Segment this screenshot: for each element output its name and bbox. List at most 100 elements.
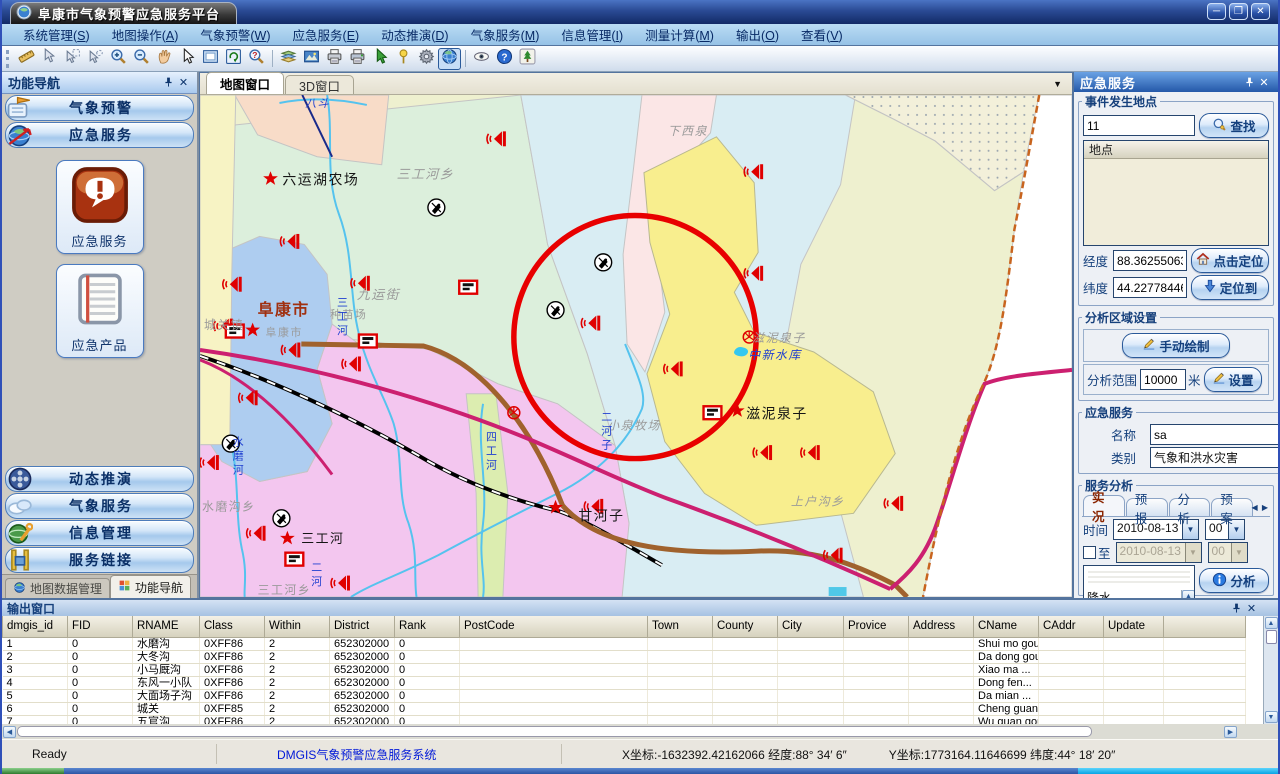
- column-header[interactable]: CName: [974, 616, 1039, 637]
- column-header[interactable]: Provice: [844, 616, 909, 637]
- table-row[interactable]: 20大冬沟0XFF8626523020000Da dong gou: [3, 650, 1246, 663]
- nav-group-top-1[interactable]: 气象预警: [5, 95, 194, 121]
- gear-button[interactable]: [415, 48, 438, 70]
- print-color-button[interactable]: [346, 48, 369, 70]
- refresh-button[interactable]: [222, 48, 245, 70]
- left-panel-tab-2[interactable]: 功能导航: [110, 575, 191, 598]
- column-header[interactable]: Address: [909, 616, 974, 637]
- scrollbar-thumb[interactable]: [1266, 630, 1277, 644]
- column-header[interactable]: PostCode: [460, 616, 648, 637]
- menu-item-7[interactable]: 信息管理(I): [550, 23, 634, 46]
- pin-icon[interactable]: [1229, 601, 1244, 615]
- zoom-in-button[interactable]: [107, 48, 130, 70]
- left-panel-tab-1[interactable]: 地图数据管理: [5, 578, 110, 598]
- menu-item-5[interactable]: 动态推演(D): [370, 23, 459, 46]
- minimize-button[interactable]: ─: [1207, 3, 1226, 20]
- menu-item-4[interactable]: 应急服务(E): [282, 23, 371, 46]
- table-row[interactable]: 50大面场子沟0XFF8626523020000Da mian ...: [3, 689, 1246, 702]
- restore-button[interactable]: ❐: [1229, 3, 1248, 20]
- column-header[interactable]: dmgis_id: [3, 616, 68, 637]
- nav-group-bottom-1[interactable]: 动态推演: [5, 466, 194, 492]
- find-button[interactable]: 查找: [1199, 113, 1269, 138]
- set-range-button[interactable]: 设置: [1204, 367, 1262, 392]
- close-icon[interactable]: ✕: [176, 76, 191, 90]
- column-header[interactable]: Within: [265, 616, 330, 637]
- select-rect-button[interactable]: [61, 48, 84, 70]
- column-header[interactable]: County: [713, 616, 778, 637]
- column-header[interactable]: FID: [68, 616, 133, 637]
- horizontal-scrollbar[interactable]: ◀ ▶: [2, 724, 1278, 739]
- event-location-input[interactable]: [1083, 115, 1195, 136]
- pointer-button[interactable]: [176, 48, 199, 70]
- pin-icon[interactable]: [161, 76, 176, 90]
- analysis-range-input[interactable]: [1140, 369, 1186, 390]
- manual-draw-button[interactable]: 手动绘制: [1122, 333, 1230, 358]
- big-button-1[interactable]: 应急服务: [56, 160, 144, 254]
- pin-icon[interactable]: [1242, 75, 1257, 89]
- close-button[interactable]: ✕: [1251, 3, 1270, 20]
- menu-item-8[interactable]: 测量计算(M): [634, 23, 725, 46]
- table-row[interactable]: 30小马厩沟0XFF8626523020000Xiao ma ...: [3, 663, 1246, 676]
- table-row[interactable]: 60城关0XFF8526523020000Cheng guan: [3, 702, 1246, 715]
- column-header[interactable]: District: [330, 616, 395, 637]
- menu-item-10[interactable]: 查看(V): [790, 23, 854, 46]
- menu-item-2[interactable]: 地图操作(A): [101, 23, 190, 46]
- table-row[interactable]: 10水磨沟0XFF8626523020000Shui mo gou: [3, 637, 1246, 650]
- vertical-scrollbar[interactable]: ▲ ▼: [1263, 616, 1278, 724]
- globe-button[interactable]: [438, 48, 461, 70]
- map-tab-2[interactable]: 3D窗口: [285, 75, 354, 94]
- column-header[interactable]: Class: [200, 616, 265, 637]
- menu-item-6[interactable]: 气象服务(M): [460, 23, 551, 46]
- tree-button[interactable]: [516, 48, 539, 70]
- scroll-right-icon[interactable]: ▶: [1224, 726, 1237, 738]
- column-header[interactable]: RNAME: [133, 616, 200, 637]
- menu-item-1[interactable]: 系统管理(S): [12, 23, 101, 46]
- map-tab-1[interactable]: 地图窗口: [206, 72, 284, 94]
- analysis-tab-2[interactable]: 预报: [1126, 498, 1168, 516]
- close-icon[interactable]: ✕: [1257, 75, 1272, 89]
- analyze-button[interactable]: 分析: [1199, 568, 1269, 593]
- export-image-button[interactable]: [300, 48, 323, 70]
- toolbar-grip[interactable]: [6, 50, 10, 68]
- nav-group-top-2[interactable]: 应急服务: [5, 122, 194, 148]
- green-pointer-button[interactable]: [369, 48, 392, 70]
- ruler-button[interactable]: [15, 48, 38, 70]
- layers-button[interactable]: [277, 48, 300, 70]
- select-lasso-button[interactable]: [84, 48, 107, 70]
- print-button[interactable]: [323, 48, 346, 70]
- column-header[interactable]: Town: [648, 616, 713, 637]
- close-icon[interactable]: ✕: [1244, 601, 1259, 615]
- analysis-tab-3[interactable]: 分析: [1169, 498, 1211, 516]
- full-extent-button[interactable]: [199, 48, 222, 70]
- menu-item-9[interactable]: 输出(O): [725, 23, 790, 46]
- map-canvas[interactable]: 六运湖农场三工河乡下西泉九运街阜康市城关镇阜康市种苗场滋泥泉子中新水库滋泥泉子小…: [200, 95, 1072, 597]
- eye-button[interactable]: [470, 48, 493, 70]
- column-header[interactable]: City: [778, 616, 844, 637]
- select-arrow-button[interactable]: [38, 48, 61, 70]
- analysis-tab-4[interactable]: 预案: [1211, 498, 1253, 516]
- big-button-2[interactable]: 应急产品: [56, 264, 144, 358]
- column-header[interactable]: Rank: [395, 616, 460, 637]
- longitude-input[interactable]: [1113, 250, 1187, 271]
- table-row[interactable]: 70五官沟0XFF8626523020000Wu guan gou: [3, 715, 1246, 724]
- analysis-tab-1[interactable]: 实况: [1083, 495, 1125, 516]
- latitude-input[interactable]: [1113, 277, 1187, 298]
- nav-group-bottom-4[interactable]: 服务链接: [5, 547, 194, 573]
- scroll-left-icon[interactable]: ◀: [3, 726, 16, 738]
- pan-hand-button[interactable]: [153, 48, 176, 70]
- goto-location-button[interactable]: 定位到: [1191, 275, 1269, 300]
- tab-list-dropdown-icon[interactable]: ▼: [1053, 79, 1062, 89]
- service-name-input[interactable]: [1150, 424, 1280, 445]
- scroll-up-icon[interactable]: ▲: [1265, 617, 1278, 629]
- menu-item-3[interactable]: 气象预警(W): [189, 23, 281, 46]
- scrollbar-thumb[interactable]: [17, 726, 1092, 737]
- table-row[interactable]: 40东风一小队0XFF8626523020000Dong fen...: [3, 676, 1246, 689]
- placemark-button[interactable]: [392, 48, 415, 70]
- nav-group-bottom-3[interactable]: 信息管理: [5, 520, 194, 546]
- column-header[interactable]: Update: [1104, 616, 1164, 637]
- help-button[interactable]: ?: [493, 48, 516, 70]
- zoom-out-button[interactable]: [130, 48, 153, 70]
- location-result-list[interactable]: 地点: [1083, 140, 1269, 246]
- column-header[interactable]: CAddr: [1039, 616, 1104, 637]
- to-date-checkbox[interactable]: [1083, 546, 1096, 559]
